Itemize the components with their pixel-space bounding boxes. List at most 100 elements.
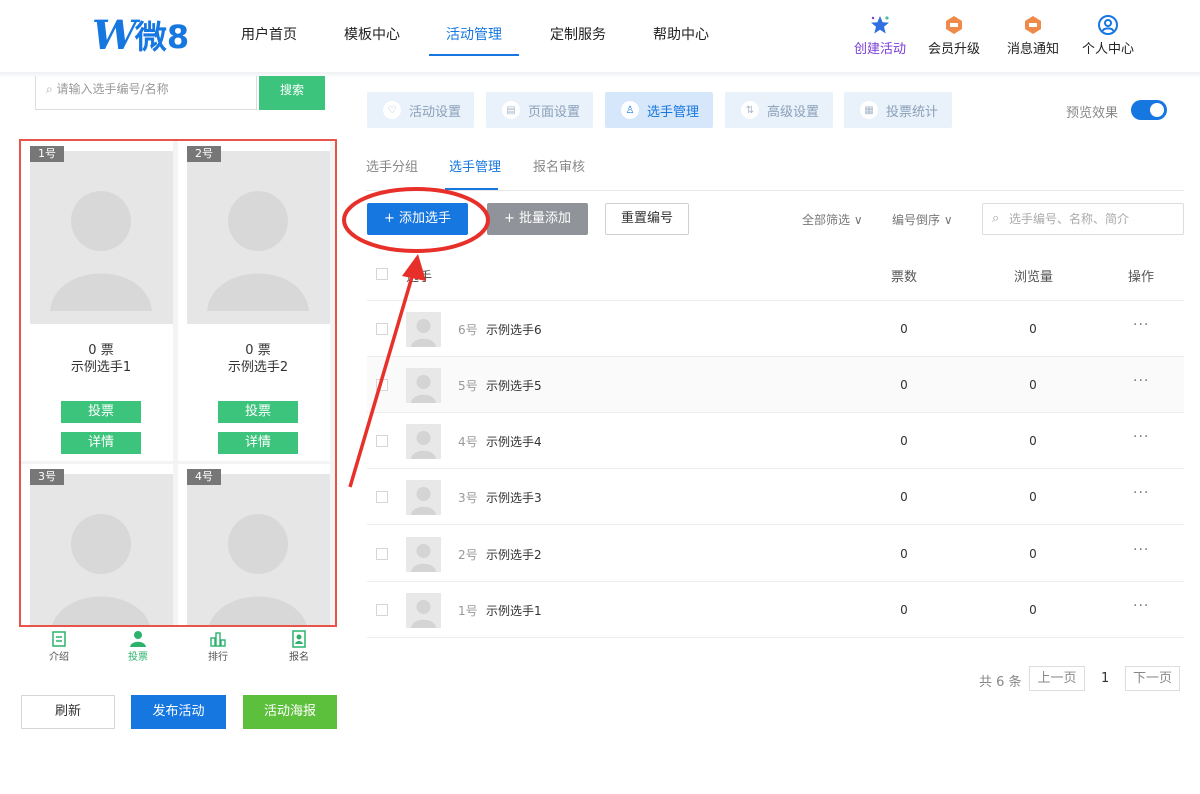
step-page-settings[interactable]: ▤ 页面设置 (486, 92, 593, 128)
tab-signup-label: 报名 (289, 652, 309, 663)
total-count: 共 6 条 (979, 675, 1022, 690)
settings-icon: ⇅ (741, 101, 759, 119)
next-page-button[interactable]: 下一页 (1125, 666, 1180, 691)
badge-icon (1025, 16, 1041, 34)
step-activity-settings[interactable]: ♡ 活动设置 (367, 92, 474, 128)
row-checkbox[interactable] (376, 491, 388, 503)
current-page[interactable]: 1 (1101, 671, 1109, 686)
filter-all-dropdown[interactable]: 全部筛选 ∨ (802, 211, 863, 228)
tab-vote[interactable]: 投票 (98, 630, 178, 663)
activity-poster-button[interactable]: 活动海报 (243, 695, 337, 729)
player-votes: 0 (900, 490, 908, 504)
player-number-badge: 1号 (30, 146, 64, 162)
player-search-placeholder: 选手编号、名称、简介 (1009, 212, 1130, 226)
col-votes: 票数 (891, 270, 918, 285)
player-card[interactable]: 4号 (178, 464, 330, 625)
preview-toggle[interactable] (1131, 100, 1167, 120)
add-player-button[interactable]: + 添加选手 (367, 203, 468, 235)
vote-button[interactable]: 投票 (61, 401, 141, 423)
player-name: 示例选手2 (227, 360, 289, 375)
step-vote-statistics[interactable]: ▦ 投票统计 (844, 92, 952, 128)
subtab-signup-review[interactable]: 报名审核 (533, 156, 585, 175)
sort-order-dropdown[interactable]: 编号倒序 ∨ (892, 211, 953, 228)
more-actions-button[interactable]: ··· (1133, 542, 1149, 558)
refresh-button[interactable]: 刷新 (21, 695, 115, 729)
create-activity-label: 创建活动 (853, 42, 906, 57)
col-views: 浏览量 (1014, 270, 1054, 285)
nav-custom-service[interactable]: 定制服务 (550, 24, 606, 44)
player-number: 2号 (458, 548, 478, 562)
more-actions-button[interactable]: ··· (1133, 485, 1149, 501)
publish-activity-button[interactable]: 发布活动 (131, 695, 226, 729)
player-name: 示例选手2 (486, 548, 542, 562)
person-icon (130, 631, 146, 647)
tab-ranking[interactable]: 排行 (178, 630, 258, 663)
subtab-player-management[interactable]: 选手管理 (449, 156, 501, 175)
col-ops: 操作 (1128, 270, 1155, 285)
tab-signup[interactable]: 报名 (259, 630, 339, 663)
row-checkbox[interactable] (376, 548, 388, 560)
row-checkbox[interactable] (376, 323, 388, 335)
more-actions-button[interactable]: ··· (1133, 598, 1149, 614)
profile-button[interactable]: 个人中心 (1068, 14, 1148, 57)
step-label: 选手管理 (647, 104, 700, 120)
nav-activity-management[interactable]: 活动管理 (446, 24, 502, 44)
more-actions-button[interactable]: ··· (1133, 373, 1149, 389)
table-row: 2号 示例选手2 0 0 ··· (367, 526, 1184, 582)
create-activity-button[interactable]: 创建活动 (840, 14, 920, 57)
step-advanced-settings[interactable]: ⇅ 高级设置 (725, 92, 833, 128)
player-number-badge: 2号 (187, 146, 221, 162)
search-icon: ⌕ (46, 82, 57, 96)
row-checkbox[interactable] (376, 604, 388, 616)
player-card[interactable]: 1号 0 票 示例选手1 投票 详情 (21, 141, 173, 461)
detail-button[interactable]: 详情 (218, 432, 298, 454)
subtab-player-groups[interactable]: 选手分组 (366, 156, 418, 175)
vote-button[interactable]: 投票 (218, 401, 298, 423)
tab-ranking-label: 排行 (208, 652, 228, 663)
player-number: 5号 (458, 379, 478, 393)
star-icon (871, 16, 889, 34)
player-number-badge: 3号 (30, 469, 64, 485)
logo-text: 微8 (134, 18, 190, 56)
document-icon (52, 631, 66, 647)
preview-player-grid: 1号 0 票 示例选手1 投票 详情 2号 0 票 示例选手2 投票 详情 3号… (19, 139, 337, 627)
prev-page-button[interactable]: 上一页 (1029, 666, 1085, 691)
tab-intro[interactable]: 介绍 (19, 630, 99, 663)
reset-numbers-button[interactable]: 重置编号 (605, 203, 689, 235)
id-card-icon (292, 630, 306, 648)
preview-search-button[interactable]: 搜索 (259, 76, 325, 110)
step-player-management[interactable]: ♙ 选手管理 (605, 92, 713, 128)
player-card[interactable]: 3号 (21, 464, 173, 625)
player-card[interactable]: 2号 0 票 示例选手2 投票 详情 (178, 141, 330, 461)
row-checkbox[interactable] (376, 379, 388, 391)
select-all-checkbox[interactable] (376, 268, 388, 280)
player-name: 示例选手1 (70, 360, 132, 375)
member-upgrade-label: 会员升级 (927, 42, 980, 57)
nav-templates[interactable]: 模板中心 (344, 24, 400, 44)
member-upgrade-button[interactable]: 会员升级 (914, 14, 994, 57)
nav-home[interactable]: 用户首页 (241, 24, 297, 44)
subtab-divider (366, 190, 1184, 191)
detail-button[interactable]: 详情 (61, 432, 141, 454)
preview-search-input[interactable]: ⌕ 请输入选手编号/名称 (35, 76, 257, 110)
player-search-input[interactable]: ⌕ 选手编号、名称、简介 (982, 203, 1184, 235)
profile-label: 个人中心 (1081, 42, 1134, 57)
col-player: 选手 (406, 270, 433, 285)
more-actions-button[interactable]: ··· (1133, 317, 1149, 333)
player-name: 示例选手6 (486, 323, 542, 337)
player-photo (187, 151, 330, 324)
player-views: 0 (1029, 490, 1037, 504)
row-checkbox[interactable] (376, 435, 388, 447)
notifications-button[interactable]: 消息通知 (993, 14, 1073, 57)
more-actions-button[interactable]: ··· (1133, 429, 1149, 445)
player-views: 0 (1029, 434, 1037, 448)
nav-help[interactable]: 帮助中心 (653, 24, 709, 44)
person-icon: ♙ (621, 101, 639, 119)
player-name: 示例选手3 (486, 491, 542, 505)
batch-add-button[interactable]: + 批量添加 (487, 203, 588, 235)
player-number: 6号 (458, 323, 478, 337)
player-number: 3号 (458, 491, 478, 505)
player-views: 0 (1029, 322, 1037, 336)
logo[interactable]: W 微8 (92, 12, 192, 59)
step-label: 活动设置 (409, 104, 462, 120)
